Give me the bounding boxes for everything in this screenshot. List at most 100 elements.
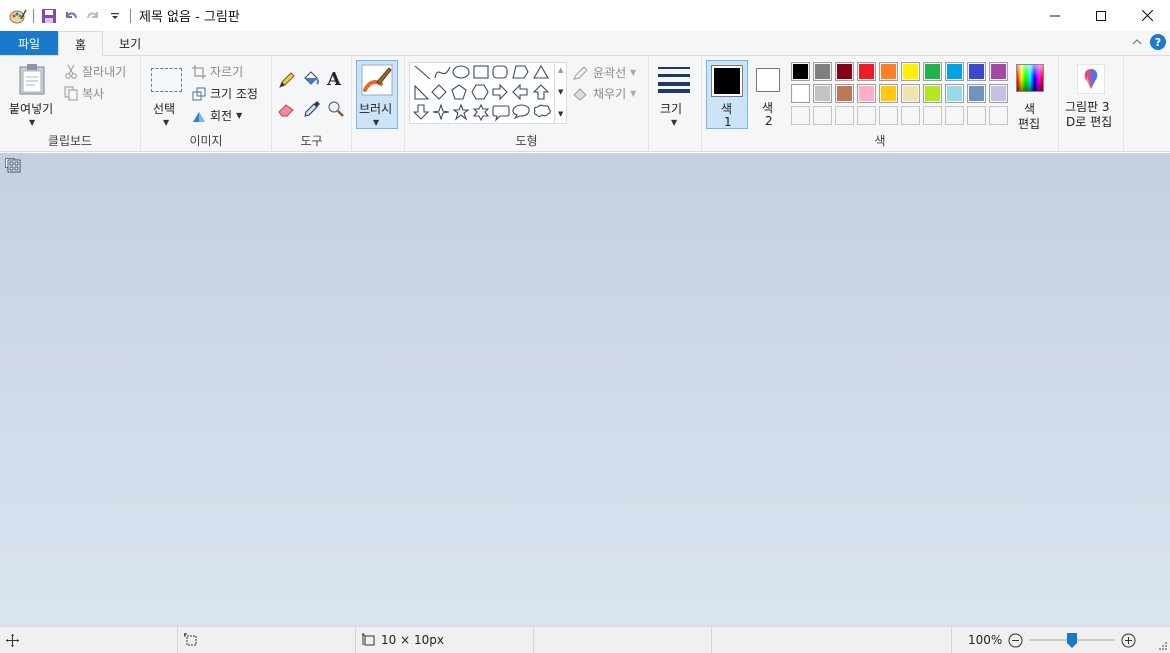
- magnifier-icon[interactable]: [327, 100, 345, 121]
- palette-custom-slot[interactable]: [923, 106, 942, 125]
- palette-custom-slot[interactable]: [791, 106, 810, 125]
- palette-swatch[interactable]: [813, 62, 832, 81]
- palette-custom-slot[interactable]: [967, 106, 986, 125]
- palette-custom-slot[interactable]: [813, 106, 832, 125]
- resize-label: 크기 조정: [210, 87, 258, 101]
- palette-swatch[interactable]: [879, 62, 898, 81]
- rotate-label: 회전: [210, 109, 233, 123]
- color1-button[interactable]: 색 1: [706, 60, 748, 129]
- palette-swatch[interactable]: [967, 62, 986, 81]
- zoom-controls: 100%: [968, 627, 1136, 653]
- pencil-icon[interactable]: [278, 71, 296, 92]
- palette-custom-slot[interactable]: [879, 106, 898, 125]
- color-picker-icon[interactable]: [303, 100, 321, 121]
- triangle-shape-icon: [533, 64, 549, 79]
- palette-swatch[interactable]: [835, 62, 854, 81]
- hexagon-shape-icon: [471, 84, 489, 100]
- zoom-out-icon[interactable]: [1008, 633, 1023, 648]
- palette-swatch[interactable]: [923, 84, 942, 103]
- customize-qat-icon[interactable]: [104, 5, 126, 27]
- color2-swatch: [756, 68, 780, 92]
- tools-group: A 도구: [272, 56, 352, 152]
- shapes-scroll-down-icon[interactable]: ▼: [558, 88, 563, 96]
- help-icon[interactable]: ?: [1150, 34, 1166, 50]
- crop-button[interactable]: 자르기: [192, 63, 243, 80]
- zoom-slider[interactable]: [1029, 633, 1116, 648]
- palette-custom-slot[interactable]: [857, 106, 876, 125]
- tab-file[interactable]: 파일: [0, 31, 58, 55]
- line-shape-icon: [414, 65, 431, 80]
- paste-button[interactable]: 붙여넣기 ▼: [6, 60, 58, 130]
- size-button[interactable]: 크기 ▼: [655, 60, 695, 130]
- brush-icon: [361, 64, 393, 96]
- canvas-resize-handle-icon[interactable]: [7, 159, 21, 173]
- palette-custom-slot[interactable]: [945, 106, 964, 125]
- eraser-icon[interactable]: [278, 101, 296, 120]
- color2-button[interactable]: 색 2: [752, 60, 786, 129]
- crop-icon: [192, 64, 206, 79]
- qat-divider-2: [130, 8, 131, 23]
- image-group-label: 이미지: [189, 134, 223, 148]
- palette-swatch[interactable]: [857, 62, 876, 81]
- scissors-icon: [65, 64, 77, 79]
- shapes-expand-icon[interactable]: ▼: [558, 110, 563, 118]
- palette-swatch[interactable]: [791, 84, 810, 103]
- palette-swatch[interactable]: [813, 84, 832, 103]
- resize-grip-icon[interactable]: [1157, 640, 1167, 650]
- palette-swatch[interactable]: [945, 84, 964, 103]
- redo-icon[interactable]: [82, 5, 104, 27]
- edit-with-paint3d-button[interactable]: 그림판 3 D로 편집: [1061, 60, 1121, 130]
- palette-swatch[interactable]: [857, 84, 876, 103]
- palette-custom-slot[interactable]: [901, 106, 920, 125]
- close-button[interactable]: [1124, 0, 1170, 31]
- collapse-ribbon-icon[interactable]: [1132, 35, 1142, 49]
- canvas-workspace[interactable]: [0, 153, 1170, 626]
- quick-access-toolbar: [0, 0, 135, 31]
- text-tool-icon[interactable]: A: [327, 69, 341, 90]
- colors-group-label: 색: [874, 134, 886, 148]
- cut-button[interactable]: 잘라내기: [64, 63, 126, 80]
- resize-button[interactable]: 크기 조정: [192, 85, 258, 102]
- select-button[interactable]: 선택 ▼: [147, 60, 187, 130]
- save-icon[interactable]: [38, 5, 60, 27]
- palette-swatch[interactable]: [901, 84, 920, 103]
- fill-bucket-icon[interactable]: [302, 70, 320, 91]
- palette-swatch[interactable]: [989, 84, 1008, 103]
- edit-colors-button[interactable]: 색 편집: [1013, 60, 1047, 131]
- size-group: 크기 ▼: [649, 56, 702, 152]
- fill-button[interactable]: 채우기 ▼: [573, 85, 636, 102]
- color2-number: 2: [765, 114, 773, 128]
- palette-swatch[interactable]: [967, 84, 986, 103]
- palette-swatch[interactable]: [879, 84, 898, 103]
- palette-custom-slot[interactable]: [835, 106, 854, 125]
- copy-button[interactable]: 복사: [64, 85, 104, 102]
- rotate-button[interactable]: 회전 ▼: [192, 107, 242, 124]
- brushes-dropdown-icon: ▼: [373, 118, 380, 127]
- zoom-in-icon[interactable]: [1121, 633, 1136, 648]
- ribbon: 붙여넣기 ▼ 잘라내기 복사 클립보드 선택 ▼ 자르기 크기 조정 회전 ▼ …: [0, 55, 1170, 152]
- palette-swatch[interactable]: [989, 62, 1008, 81]
- outline-button[interactable]: 윤곽선 ▼: [573, 64, 636, 81]
- colors-group: 색 1 색 2 색 편집 색: [702, 56, 1059, 152]
- shapes-scrollbar[interactable]: ▲ ▼ ▼: [554, 62, 567, 124]
- brushes-button[interactable]: 브러시 ▼: [356, 60, 398, 129]
- palette-swatch[interactable]: [835, 84, 854, 103]
- palette-swatch[interactable]: [923, 62, 942, 81]
- diamond-shape-icon: [431, 84, 447, 100]
- cloud-callout-shape-icon: [533, 104, 551, 118]
- shapes-scroll-up-icon[interactable]: ▲: [558, 66, 563, 74]
- palette-custom-slot[interactable]: [989, 106, 1008, 125]
- zoom-slider-thumb[interactable]: [1067, 633, 1078, 648]
- right-arrow-shape-icon: [492, 83, 508, 101]
- right-triangle-shape-icon: [414, 84, 430, 100]
- palette-swatch[interactable]: [901, 62, 920, 81]
- tab-home[interactable]: 홈: [58, 31, 104, 56]
- undo-icon[interactable]: [60, 5, 82, 27]
- tab-view[interactable]: 보기: [103, 31, 157, 55]
- file-size-segment: [534, 627, 712, 653]
- palette-swatch[interactable]: [791, 62, 810, 81]
- maximize-button[interactable]: [1078, 0, 1124, 31]
- minimize-button[interactable]: [1032, 0, 1078, 31]
- palette-swatch[interactable]: [945, 62, 964, 81]
- paint-app-icon[interactable]: [7, 5, 29, 27]
